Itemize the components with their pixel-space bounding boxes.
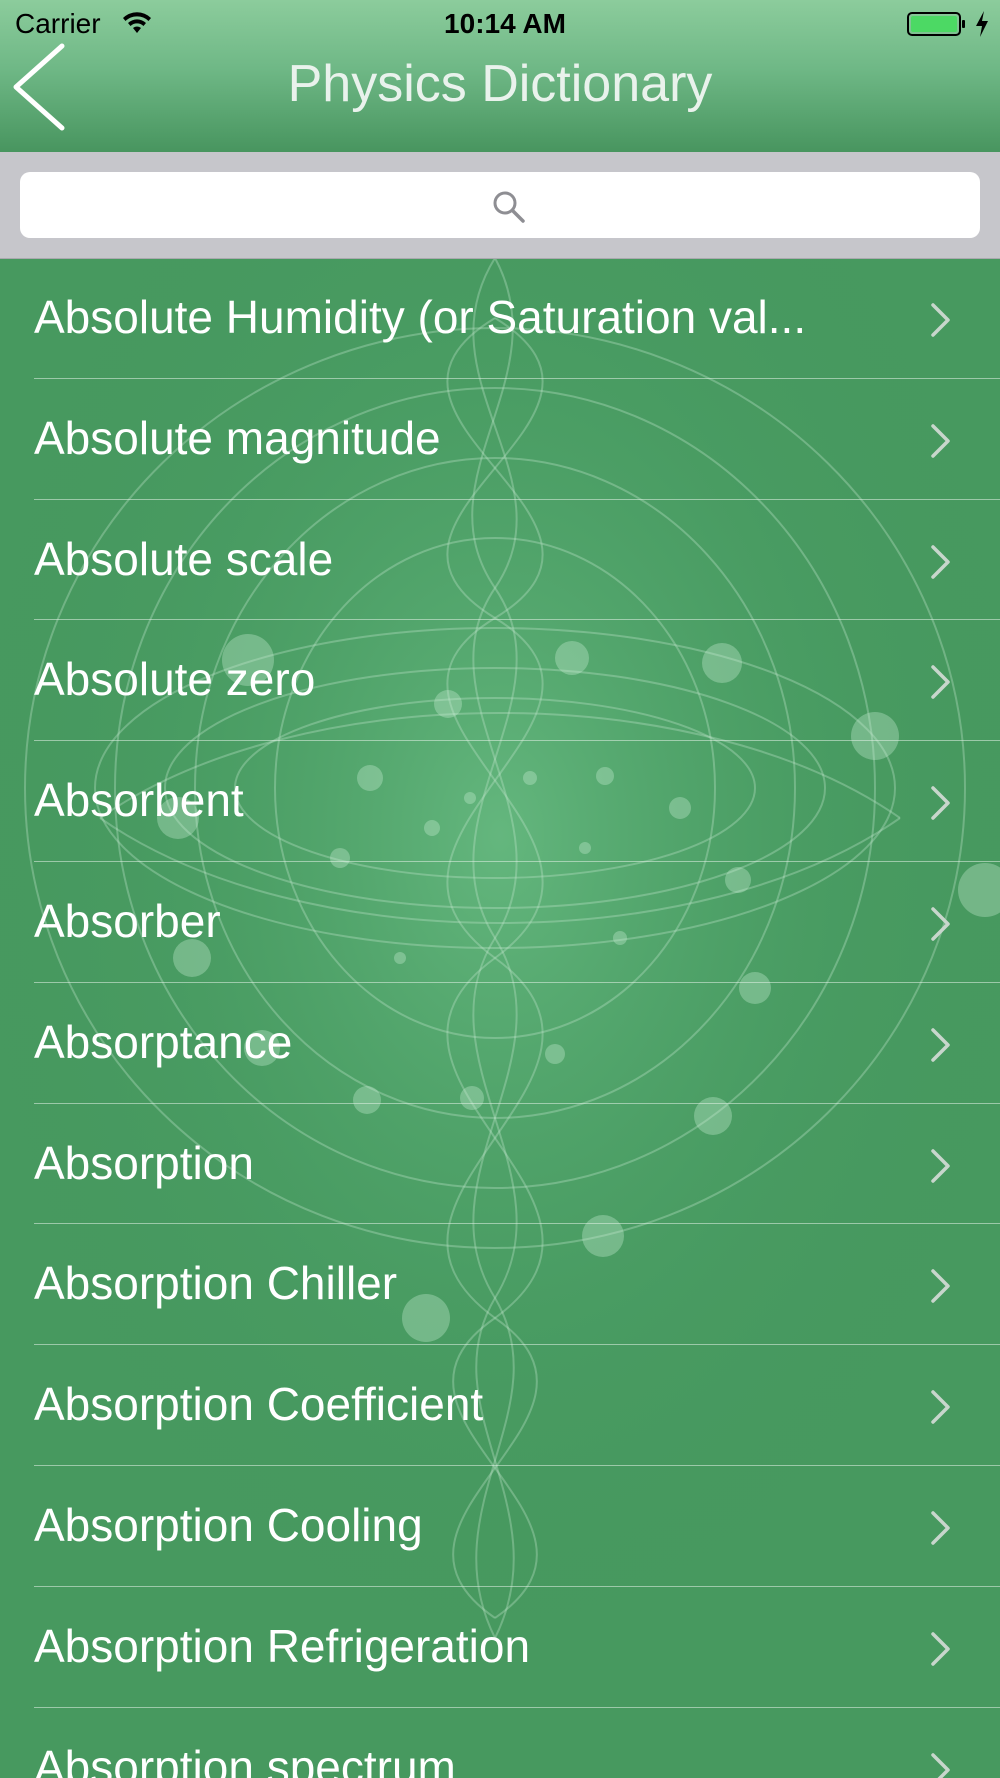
chevron-right-icon	[931, 665, 950, 700]
chevron-right-icon	[931, 303, 950, 337]
list-item[interactable]: Absorption Chiller	[0, 1224, 1000, 1345]
list-item[interactable]: Absorber	[0, 862, 1000, 983]
term-label: Absorption Coefficient	[34, 1378, 484, 1431]
list-item[interactable]: Absolute magnitude	[0, 379, 1000, 500]
term-label: Absolute zero	[34, 653, 316, 706]
status-time: 10:14 AM	[444, 8, 566, 39]
list-item[interactable]: Absolute scale	[0, 500, 1000, 621]
chevron-right-icon	[931, 1511, 950, 1545]
list-item[interactable]: Absorption	[0, 1104, 1000, 1225]
chevron-right-icon	[931, 907, 950, 941]
term-label: Absolute magnitude	[34, 411, 441, 464]
term-label: Absorption	[34, 1136, 254, 1189]
term-label: Absorption spectrum	[34, 1740, 456, 1778]
term-label: Absorption Chiller	[34, 1257, 398, 1310]
list-item[interactable]: Absolute zero	[0, 620, 1000, 741]
term-label: Absorptance	[34, 1015, 293, 1068]
search-bar	[0, 152, 1000, 259]
status-bar: Carrier 10:14 AM	[0, 0, 1000, 50]
search-field[interactable]	[20, 172, 984, 240]
navigation-bar: Carrier 10:14 AM Physics Dictionary	[0, 0, 1000, 152]
list-item[interactable]: Absorption Coefficient	[0, 1345, 1000, 1466]
list-item[interactable]: Absorption spectrum	[0, 1708, 1000, 1778]
chevron-right-icon	[931, 1269, 950, 1304]
page-title: Physics Dictionary	[287, 55, 713, 113]
list-item[interactable]: Absorption Cooling	[0, 1466, 1000, 1587]
chevron-right-icon	[931, 424, 950, 458]
chevron-right-icon	[931, 544, 950, 579]
list-item[interactable]: Absorbent	[0, 741, 1000, 862]
list-item[interactable]: Absolute Humidity (or Saturation val...	[0, 258, 1000, 379]
battery-icon	[907, 12, 965, 36]
term-label: Absorption Cooling	[34, 1498, 423, 1551]
term-label: Absorption Refrigeration	[34, 1619, 531, 1672]
chevron-right-icon	[931, 1632, 950, 1666]
list-item[interactable]: Absorption Refrigeration	[0, 1587, 1000, 1708]
charging-bolt-icon	[976, 11, 988, 37]
chevron-right-icon	[931, 1028, 950, 1062]
search-input[interactable]	[20, 172, 984, 240]
term-list: Absolute Humidity (or Saturation val... …	[0, 258, 1000, 1778]
chevron-right-icon	[931, 1390, 950, 1424]
term-label: Absolute Humidity (or Saturation val...	[34, 291, 807, 343]
list-item[interactable]: Absorptance	[0, 983, 1000, 1104]
term-label: Absorber	[34, 894, 221, 947]
term-label: Absorbent	[34, 774, 244, 827]
chevron-right-icon	[931, 786, 950, 820]
chevron-right-icon	[931, 1148, 950, 1183]
chevron-right-icon	[931, 1752, 950, 1778]
term-label: Absolute scale	[34, 532, 334, 585]
